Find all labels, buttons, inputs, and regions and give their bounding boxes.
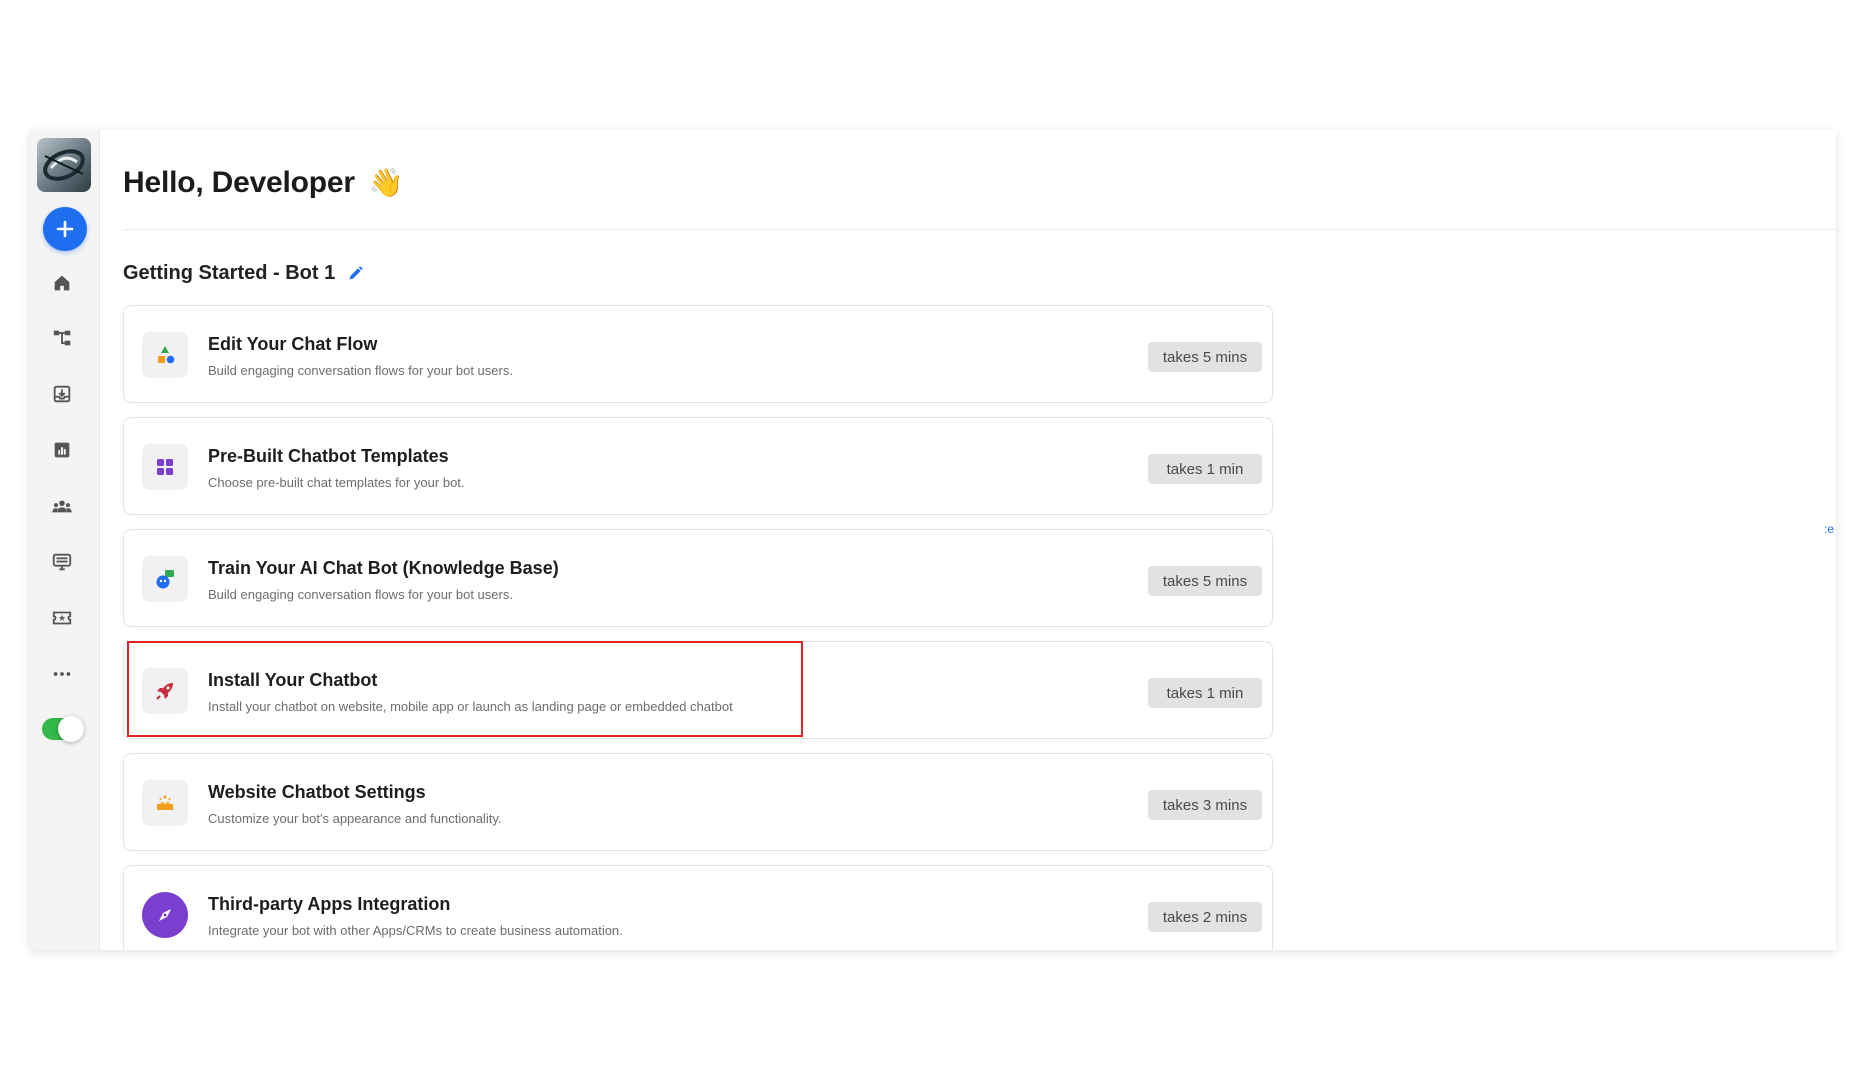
card-website-settings[interactable]: Website Chatbot Settings Customize your … — [123, 753, 1273, 851]
inbox-icon — [53, 385, 71, 403]
sidebar-item-flow[interactable] — [47, 323, 77, 353]
card-title: Install Your Chatbot — [208, 670, 378, 690]
edge-glyph: :e — [1823, 522, 1834, 536]
card-description: Choose pre-built chat templates for your… — [208, 475, 465, 490]
status-toggle[interactable] — [42, 716, 84, 742]
compass-icon — [142, 892, 188, 938]
time-badge: takes 1 min — [1148, 678, 1262, 708]
ai-chat-icon — [142, 556, 188, 602]
card-title: Train Your AI Chat Bot (Knowledge Base) — [208, 558, 559, 578]
monitor-icon — [52, 553, 72, 571]
section-title: Getting Started - Bot 1 — [123, 262, 364, 285]
card-third-party-integration[interactable]: Third-party Apps Integration Integrate y… — [123, 865, 1273, 950]
main-content: Hello, Developer 👋 Getting Started - Bot… — [100, 130, 1836, 950]
wave-icon: 👋 — [368, 167, 404, 198]
card-title: Edit Your Chat Flow — [208, 334, 378, 354]
card-description: Customize your bot's appearance and func… — [208, 811, 502, 826]
flow-icon — [53, 330, 71, 346]
card-description: Build engaging conversation flows for yo… — [208, 363, 513, 378]
time-badge: takes 3 mins — [1148, 790, 1262, 820]
card-title: Pre-Built Chatbot Templates — [208, 446, 449, 466]
analytics-icon — [54, 442, 70, 458]
header-divider — [123, 229, 1836, 230]
home-icon — [54, 275, 70, 291]
sidebar-item-monitor[interactable] — [47, 547, 77, 577]
sidebar-item-home[interactable] — [47, 268, 77, 298]
time-badge: takes 5 mins — [1148, 566, 1262, 596]
time-badge: takes 5 mins — [1148, 342, 1262, 372]
getting-started-list: Edit Your Chat Flow Build engaging conve… — [123, 305, 1273, 950]
sidebar-item-ticket[interactable] — [47, 603, 77, 633]
time-badge: takes 1 min — [1148, 454, 1262, 484]
sidebar-item-inbox[interactable] — [47, 379, 77, 409]
card-edit-chat-flow[interactable]: Edit Your Chat Flow Build engaging conve… — [123, 305, 1273, 403]
ticket-icon — [52, 611, 72, 625]
page-title: Hello, Developer 👋 — [123, 166, 404, 200]
app-window: Hello, Developer 👋 Getting Started - Bot… — [30, 130, 1836, 950]
settings-bot-icon — [142, 780, 188, 826]
card-description: Integrate your bot with other Apps/CRMs … — [208, 923, 623, 938]
toggle-knob — [58, 716, 84, 742]
pencil-icon[interactable] — [347, 265, 364, 282]
greeting-text: Hello, Developer — [123, 166, 355, 199]
time-badge: takes 2 mins — [1148, 902, 1262, 932]
card-description: Install your chatbot on website, mobile … — [208, 699, 733, 714]
card-title: Third-party Apps Integration — [208, 894, 451, 914]
sidebar — [30, 130, 100, 950]
users-icon — [52, 500, 72, 513]
card-prebuilt-templates[interactable]: Pre-Built Chatbot Templates Choose pre-b… — [123, 417, 1273, 515]
avatar[interactable] — [37, 138, 91, 192]
sidebar-item-analytics[interactable] — [47, 435, 77, 465]
sidebar-item-more[interactable] — [47, 659, 77, 689]
add-bot-button[interactable] — [43, 207, 87, 251]
card-description: Build engaging conversation flows for yo… — [208, 587, 513, 602]
section-title-text: Getting Started - Bot 1 — [123, 262, 336, 284]
card-train-ai-bot[interactable]: Train Your AI Chat Bot (Knowledge Base) … — [123, 529, 1273, 627]
rocket-icon — [142, 668, 188, 714]
shapes-icon — [142, 332, 188, 378]
card-title: Website Chatbot Settings — [208, 782, 426, 802]
plus-icon — [56, 220, 74, 238]
sidebar-item-users[interactable] — [47, 491, 77, 521]
card-install-chatbot[interactable]: Install Your Chatbot Install your chatbo… — [123, 641, 1273, 739]
grid-icon — [142, 444, 188, 490]
more-icon — [53, 672, 71, 676]
